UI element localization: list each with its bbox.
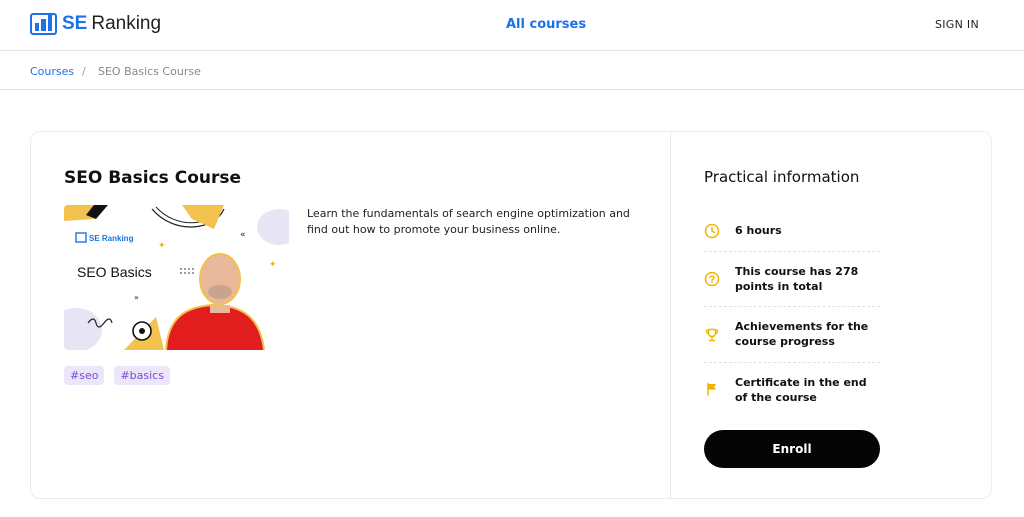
course-thumbnail-art: « SE Ranking ✦ SEO Basics » ✦ [64, 205, 289, 350]
practical-info-title: Practical information [704, 168, 860, 186]
svg-text:✦: ✦ [158, 241, 166, 251]
course-description: Learn the fundamentals of search engine … [307, 207, 630, 236]
trophy-icon [705, 328, 719, 341]
breadcrumb-courses-link[interactable]: Courses [30, 65, 74, 78]
nav-all-courses-link[interactable]: All courses [506, 17, 586, 32]
svg-text:«: « [240, 230, 246, 240]
tag-seo[interactable]: #seo [64, 366, 105, 385]
clock-icon [704, 223, 720, 238]
thumbnail-title-text: SEO Basics [77, 264, 152, 280]
logo-chart-icon [30, 13, 57, 35]
practical-info-list: 6 hours This course has 278 points in to… [704, 210, 880, 415]
course-tags: #seo #basics [64, 366, 170, 385]
top-header: SE Ranking All courses SIGN IN [0, 0, 1024, 51]
enroll-button[interactable]: Enroll [704, 430, 880, 468]
column-divider [670, 132, 671, 498]
logo-ranking-text: Ranking [91, 13, 162, 34]
flag-icon [707, 382, 716, 396]
course-thumbnail: « SE Ranking ✦ SEO Basics » ✦ [64, 205, 289, 350]
sign-in-link[interactable]: SIGN IN [935, 18, 979, 31]
info-item-text: 6 hours [735, 224, 782, 237]
breadcrumb-separator: / [82, 65, 86, 78]
info-item-text: Achievements for the course progress [735, 320, 869, 348]
thumbnail-brand-text: SE Ranking [89, 234, 134, 243]
breadcrumb-current: SEO Basics Course [98, 65, 201, 78]
tag-basics[interactable]: #basics [114, 366, 170, 385]
info-item-certificate: Certificate in the end of the course [704, 363, 880, 415]
course-title: SEO Basics Course [64, 168, 242, 188]
question-circle-icon [704, 271, 720, 287]
logo-se-text: SE [62, 13, 88, 34]
info-item-achievements: Achievements for the course progress [704, 307, 880, 363]
svg-text:✦: ✦ [269, 260, 277, 270]
info-item-points: This course has 278 points in total [704, 252, 880, 307]
info-item-text: This course has 278 points in total [735, 265, 859, 293]
svg-text:»: » [134, 293, 139, 302]
info-item-text: Certificate in the end of the course [735, 376, 867, 404]
breadcrumb: Courses / SEO Basics Course [0, 51, 1024, 90]
se-ranking-logo[interactable]: SE Ranking [30, 13, 161, 35]
info-item-duration: 6 hours [704, 210, 880, 252]
course-card: SEO Basics Course « SE Ranking ✦ SEO Bas… [30, 131, 992, 499]
